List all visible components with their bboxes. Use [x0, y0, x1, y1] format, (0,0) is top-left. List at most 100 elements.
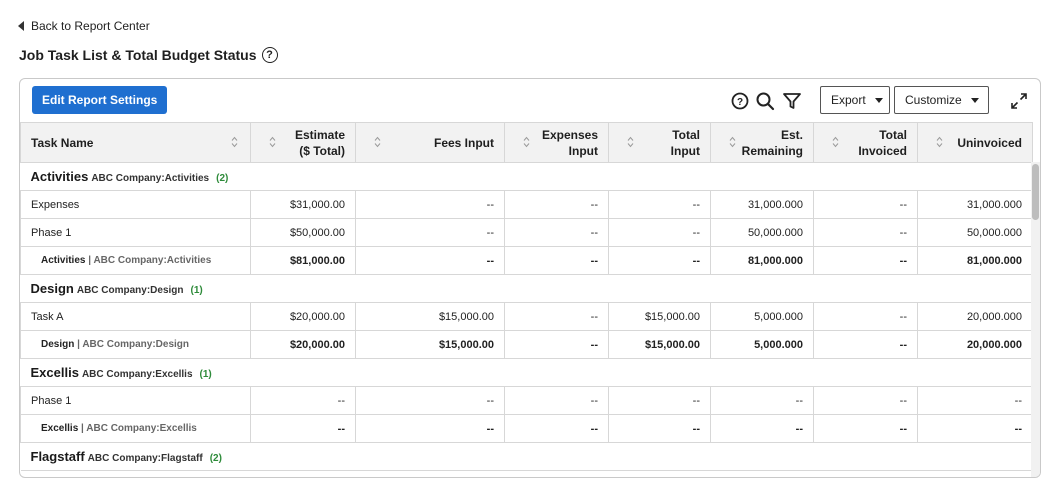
table-row[interactable]: Phase 1 -- -- -- -- -- -- --: [20, 386, 1033, 415]
group-count: (1): [199, 369, 212, 380]
table-cell: --: [504, 190, 609, 219]
column-header[interactable]: Estimate ($ Total): [250, 122, 356, 163]
group-cell: Design ABC Company:Design (1): [20, 274, 1033, 303]
table-cell: --: [917, 386, 1033, 415]
column-header-line1: Expenses: [541, 127, 598, 142]
column-header[interactable]: Total Invoiced: [813, 122, 918, 163]
subtotal-cell: $20,000.00: [250, 330, 356, 359]
subtotal-name: Activities: [41, 255, 86, 266]
task-name-cell: Phase 1: [20, 386, 251, 415]
column-header-line1: Estimate: [294, 127, 345, 142]
table-cell: $50,000.00: [250, 218, 356, 247]
sort-icon: [936, 136, 943, 148]
back-link[interactable]: Back to Report Center: [18, 19, 150, 33]
sort-icon: [729, 136, 736, 148]
help-circle-icon[interactable]: ?: [730, 91, 750, 111]
subtotal-name: Excellis: [41, 423, 79, 434]
group-name: Design: [30, 281, 74, 296]
table-cell: $20,000.00: [250, 302, 356, 331]
sort-icon: [832, 136, 839, 148]
sort-icon: [523, 136, 530, 148]
group-cell: Flagstaff ABC Company:Flagstaff (2): [20, 442, 1033, 471]
table-cell: 5,000.000: [710, 302, 814, 331]
edit-report-settings-button[interactable]: Edit Report Settings: [32, 86, 168, 114]
sort-icon: [231, 136, 238, 148]
table-cell: 50,000.000: [710, 218, 814, 247]
filter-icon[interactable]: [782, 91, 802, 111]
column-header[interactable]: Expenses Input: [504, 122, 609, 163]
column-header[interactable]: Uninvoiced: [917, 122, 1033, 163]
column-header[interactable]: Est. Remaining: [710, 122, 814, 163]
table-cell: --: [504, 302, 609, 331]
group-cell: Activities ABC Company:Activities (2): [20, 162, 1033, 191]
report-toolbar: Edit Report Settings ? Export Customize: [20, 79, 1040, 122]
report-table: Task Name Estimate ($ Total) Fees Input Expe…: [20, 122, 1033, 471]
subtotal-cell: 81,000.000: [710, 246, 814, 275]
subtotal-path: | ABC Company:Activities: [85, 255, 212, 266]
sort-icon: [374, 136, 381, 148]
subtotal-cell: --: [710, 414, 814, 443]
group-cell: Excellis ABC Company:Excellis (1): [20, 358, 1033, 387]
subtotal-cell: $15,000.00: [608, 330, 711, 359]
search-icon[interactable]: [755, 91, 775, 111]
column-header-line1: Total: [879, 127, 907, 142]
help-icon[interactable]: ?: [261, 47, 278, 63]
subtotal-cell: --: [504, 330, 609, 359]
group-count: (1): [190, 285, 203, 296]
group-row: Design ABC Company:Design (1): [20, 274, 1033, 303]
scrollbar-thumb[interactable]: [1032, 164, 1039, 220]
subtotal-name-cell: Activities | ABC Company:Activities: [20, 246, 251, 275]
subtotal-cell: --: [608, 414, 711, 443]
table-cell: --: [813, 302, 918, 331]
sort-icon: [269, 136, 276, 148]
table-row[interactable]: Phase 1 $50,000.00 -- -- -- 50,000.000 -- 50,00…: [20, 218, 1033, 247]
group-path: ABC Company:Flagstaff: [87, 453, 203, 464]
subtotal-cell: 5,000.000: [710, 330, 814, 359]
subtotal-path: | ABC Company:Design: [74, 339, 190, 350]
subtotal-cell: --: [355, 246, 505, 275]
export-dropdown[interactable]: Export: [820, 86, 890, 114]
group-row: Excellis ABC Company:Excellis (1): [20, 358, 1033, 387]
table-row[interactable]: Task A $20,000.00 $15,000.00 -- $15,000.00 5,…: [20, 302, 1033, 331]
group-name: Flagstaff: [30, 449, 85, 464]
table-cell: --: [813, 190, 918, 219]
task-name-cell: Phase 1: [20, 218, 251, 247]
subtotal-cell: 20,000.000: [917, 330, 1033, 359]
customize-dropdown[interactable]: Customize: [894, 86, 989, 114]
table-header-row: Task Name Estimate ($ Total) Fees Input Expe…: [20, 122, 1033, 163]
column-header-line1: Task Name: [31, 135, 94, 150]
task-name-cell: Task A: [20, 302, 251, 331]
table-cell: $15,000.00: [608, 302, 711, 331]
table-row[interactable]: Expenses $31,000.00 -- -- -- 31,000.000 -- 31,0…: [20, 190, 1033, 219]
subtotal-row: Design | ABC Company:Design $20,000.00 $15…: [20, 330, 1033, 359]
report-panel: Edit Report Settings ? Export Customize: [19, 78, 1041, 478]
column-header-label: Fees Input: [366, 135, 494, 151]
column-header-line1: Total: [672, 127, 700, 142]
column-header-line1: Uninvoiced: [957, 135, 1022, 150]
group-path: ABC Company:Design: [76, 285, 184, 296]
back-link-label: Back to Report Center: [31, 19, 150, 33]
svg-text:?: ?: [737, 97, 743, 108]
column-header-line2: Input: [670, 143, 700, 158]
subtotal-cell: --: [250, 414, 356, 443]
group-name: Excellis: [30, 365, 79, 380]
subtotal-cell: --: [608, 246, 711, 275]
column-header[interactable]: Task Name: [20, 122, 251, 163]
table-cell: --: [355, 386, 505, 415]
subtotal-name-cell: Design | ABC Company:Design: [20, 330, 251, 359]
chevron-down-icon: [970, 97, 979, 103]
expand-icon[interactable]: [1010, 92, 1028, 110]
table-cell: $31,000.00: [250, 190, 356, 219]
column-header-line1: Fees Input: [433, 135, 494, 150]
table-cell: --: [504, 386, 609, 415]
column-header[interactable]: Fees Input: [355, 122, 505, 163]
column-header[interactable]: Total Input: [608, 122, 711, 163]
subtotal-name: Design: [41, 339, 75, 350]
customize-label: Customize: [905, 93, 962, 107]
table-cell: --: [608, 218, 711, 247]
subtotal-path: | ABC Company:Excellis: [78, 423, 197, 434]
group-count: (2): [209, 453, 222, 464]
column-header-line2: ($ Total): [299, 143, 345, 158]
page-title: Job Task List & Total Budget Status ?: [19, 47, 278, 63]
group-path: ABC Company:Excellis: [81, 369, 193, 380]
